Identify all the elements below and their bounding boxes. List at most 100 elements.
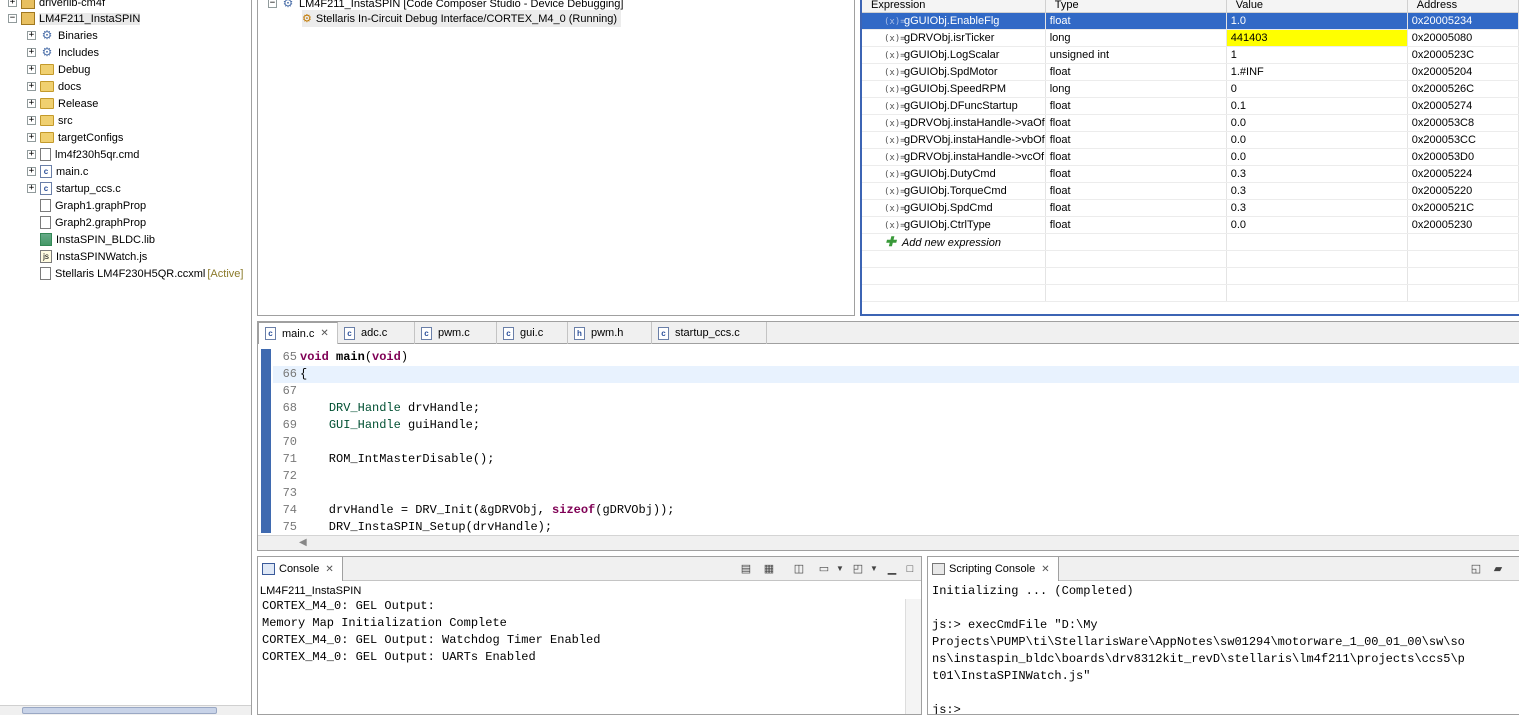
tree-item[interactable]: + docs [27, 78, 81, 95]
editor-tab[interactable]: c pwm.c [415, 322, 497, 344]
expression-cell[interactable]: (x)=gGUIObj.SpeedRPM [862, 80, 1046, 98]
scrollbar-thumb[interactable] [22, 707, 217, 714]
console-vertical-scrollbar[interactable] [905, 599, 921, 714]
tree-item[interactable]: + ⚙ Binaries [27, 27, 98, 44]
expand-icon[interactable]: + [27, 48, 36, 57]
column-header[interactable]: Address [1407, 0, 1519, 13]
pin-console-icon[interactable]: ◫ [791, 562, 807, 576]
add-icon[interactable]: ✚ [885, 234, 896, 249]
tree-item[interactable]: Graph2.graphProp [27, 214, 146, 231]
tree-item[interactable]: + ⚙ Includes [27, 44, 99, 61]
value-cell[interactable]: 1.#INF [1226, 63, 1408, 81]
expression-cell[interactable]: (x)=gGUIObj.DutyCmd [862, 165, 1046, 183]
code-line[interactable]: 71 ROM_IntMasterDisable(); [273, 451, 1519, 468]
value-cell[interactable]: 0.3 [1226, 182, 1408, 200]
expression-cell[interactable]: (x)=gGUIObj.TorqueCmd [862, 182, 1046, 200]
value-cell[interactable]: 0.3 [1226, 199, 1408, 217]
open-console-icon[interactable]: ◰ [850, 562, 866, 576]
value-cell[interactable]: 1 [1226, 46, 1408, 64]
code-line[interactable]: 74 drvHandle = DRV_Init(&gDRVObj, sizeof… [273, 502, 1519, 519]
expression-row[interactable]: (x)=gGUIObj.DutyCmd float 0.3 0x20005224 [862, 165, 1519, 183]
tree-item[interactable]: + c main.c [27, 163, 88, 180]
editor-tab[interactable]: c gui.c [497, 322, 568, 344]
value-cell[interactable]: 0.0 [1226, 131, 1408, 149]
expression-row[interactable]: (x)=gDRVObj.isrTicker long 441403 0x2000508… [862, 29, 1519, 47]
expression-row[interactable]: (x)=gDRVObj.instaHandle->vcOf float 0.0 0x2… [862, 148, 1519, 166]
editor-tab[interactable]: c startup_ccs.c [652, 322, 767, 344]
tree-item[interactable]: Stellaris LM4F230H5QR.ccxml [Active] [27, 265, 243, 282]
value-cell[interactable]: 0.0 [1226, 114, 1408, 132]
value-cell[interactable]: 441403 [1226, 29, 1408, 47]
expression-row[interactable]: (x)=gGUIObj.SpeedRPM long 0 0x2000526C [862, 80, 1519, 98]
tree-item[interactable]: + lm4f230h5qr.cmd [27, 146, 139, 163]
expand-icon[interactable]: + [27, 150, 36, 159]
code-line[interactable]: 67 [273, 383, 1519, 400]
column-header[interactable]: Expression [862, 0, 1046, 13]
value-cell[interactable]: 1.0 [1226, 12, 1408, 30]
editor-tab[interactable]: h pwm.h [568, 322, 652, 344]
expand-icon[interactable]: + [27, 167, 36, 176]
editor-horizontal-scrollbar[interactable]: ◀ [258, 535, 1519, 550]
clear-console-icon[interactable]: ▤ [738, 562, 754, 576]
expression-row[interactable]: (x)=gGUIObj.SpdCmd float 0.3 0x2000521C [862, 199, 1519, 217]
column-header[interactable]: Type [1045, 0, 1227, 13]
tree-item-project[interactable]: − LM4F211_InstaSPIN [8, 10, 141, 27]
code-line[interactable]: 73 [273, 485, 1519, 502]
tab-scripting-console[interactable]: Scripting Console ✕ [928, 557, 1059, 581]
value-cell[interactable]: 0.3 [1226, 165, 1408, 183]
code-line[interactable]: 72 [273, 468, 1519, 485]
collapse-icon[interactable]: − [268, 0, 277, 8]
code-line[interactable]: 70 [273, 434, 1519, 451]
expression-cell[interactable]: (x)=gDRVObj.instaHandle->vcOf [862, 148, 1046, 166]
open-folder-icon[interactable]: ▰ [1490, 562, 1506, 576]
scroll-lock-icon[interactable]: ▦ [761, 562, 777, 576]
expression-cell[interactable]: (x)=gDRVObj.instaHandle->vaOf [862, 114, 1046, 132]
expand-icon[interactable]: + [27, 184, 36, 193]
tree-item[interactable]: + targetConfigs [27, 129, 123, 146]
tree-item[interactable]: InstaSPIN_BLDC.lib [27, 231, 155, 248]
expand-icon[interactable]: + [27, 116, 36, 125]
expression-row[interactable]: (x)=gGUIObj.CtrlType float 0.0 0x20005230 [862, 216, 1519, 234]
editor-tab[interactable]: c main.c ✕ [258, 322, 338, 344]
expression-row[interactable]: (x)=gGUIObj.SpdMotor float 1.#INF 0x2000520… [862, 63, 1519, 81]
expand-icon[interactable]: + [27, 65, 36, 74]
expression-cell[interactable]: (x)=gGUIObj.LogScalar [862, 46, 1046, 64]
maximize-icon[interactable]: □ [902, 562, 918, 576]
tree-item[interactable]: + c startup_ccs.c [27, 180, 121, 197]
value-cell[interactable]: 0.0 [1226, 148, 1408, 166]
code-line[interactable]: 66{ [273, 366, 1519, 383]
scroll-left-icon[interactable]: ◀ [299, 537, 307, 548]
add-expression-row[interactable]: ✚ Add new expression [862, 233, 1519, 251]
new-script-icon[interactable]: ◱ [1468, 562, 1484, 576]
expression-cell[interactable]: (x)=gDRVObj.isrTicker [862, 29, 1046, 47]
expression-cell[interactable]: (x)=gGUIObj.DFuncStartup [862, 97, 1046, 115]
expand-icon[interactable]: + [27, 31, 36, 40]
expand-icon[interactable]: + [27, 99, 36, 108]
debug-target-row[interactable]: ⚙ Stellaris In-Circuit Debug Interface/C… [302, 10, 622, 27]
value-cell[interactable]: 0.1 [1226, 97, 1408, 115]
tab-console[interactable]: Console ✕ [258, 557, 343, 581]
expand-icon[interactable]: + [27, 133, 36, 142]
expression-row[interactable]: (x)=gGUIObj.TorqueCmd float 0.3 0x20005220 [862, 182, 1519, 200]
expression-row[interactable]: (x)=gGUIObj.LogScalar unsigned int 1 0x2000… [862, 46, 1519, 64]
expand-icon[interactable]: + [8, 0, 17, 7]
tree-item[interactable]: js InstaSPINWatch.js [27, 248, 147, 265]
close-icon[interactable]: ✕ [325, 564, 333, 575]
expression-cell[interactable]: (x)=gDRVObj.instaHandle->vbOf [862, 131, 1046, 149]
expression-row[interactable]: (x)=gGUIObj.EnableFlg float 1.0 0x20005234 [862, 12, 1519, 30]
editor-tab[interactable]: c adc.c [338, 322, 415, 344]
expression-cell[interactable]: (x)=gGUIObj.SpdMotor [862, 63, 1046, 81]
expression-row[interactable]: (x)=gGUIObj.DFuncStartup float 0.1 0x200052… [862, 97, 1519, 115]
collapse-icon[interactable]: − [8, 14, 17, 23]
expression-cell[interactable]: (x)=gGUIObj.EnableFlg [862, 12, 1046, 30]
code-area[interactable]: 65 void main(void) 66{67 68 DRV_Handle drvH… [258, 345, 1519, 535]
code-line[interactable]: 75 DRV_InstaSPIN_Setup(drvHandle); [273, 519, 1519, 536]
expression-row[interactable]: (x)=gDRVObj.instaHandle->vbOf float 0.0 0x2… [862, 131, 1519, 149]
expression-cell[interactable]: (x)=gGUIObj.CtrlType [862, 216, 1046, 234]
tree-item[interactable]: + Release [27, 95, 98, 112]
chevron-down-icon[interactable]: ▼ [866, 562, 882, 576]
tree-item[interactable]: Graph1.graphProp [27, 197, 146, 214]
explorer-horizontal-scrollbar[interactable] [0, 705, 251, 715]
value-cell[interactable]: 0.0 [1226, 216, 1408, 234]
tree-item[interactable]: + Debug [27, 61, 90, 78]
